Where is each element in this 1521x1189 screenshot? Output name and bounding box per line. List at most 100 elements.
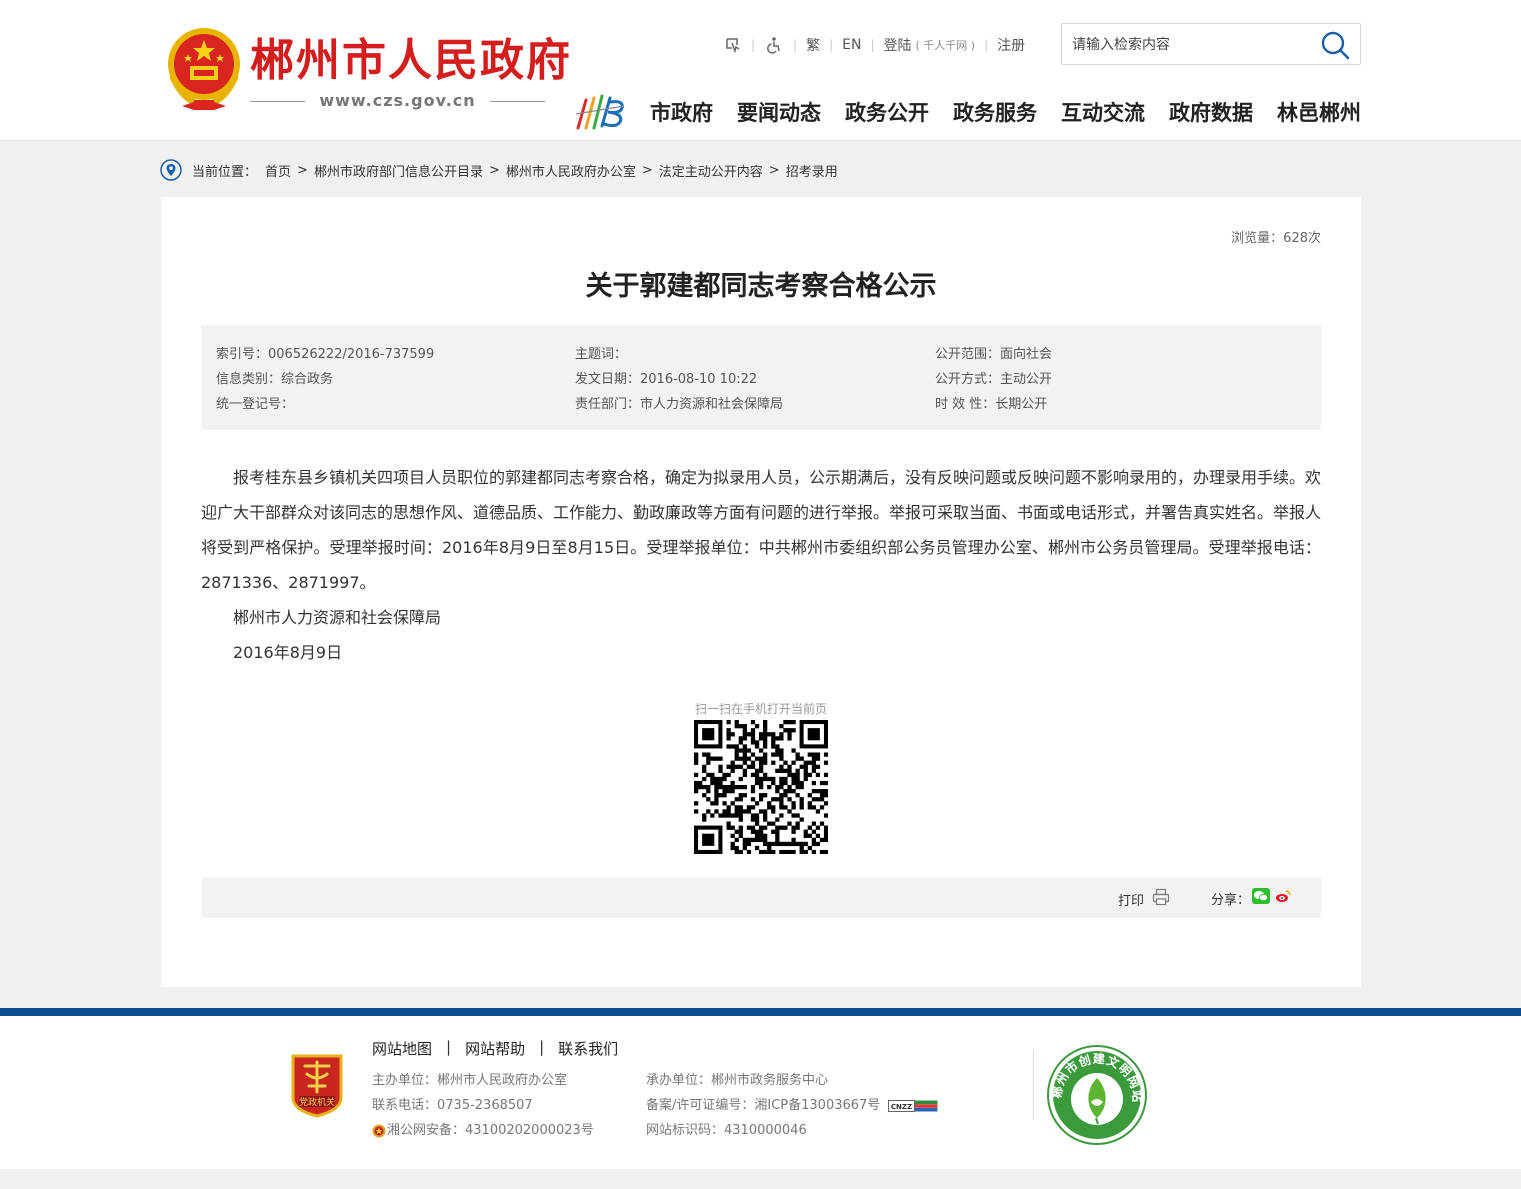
nav-item-gov-services[interactable]: 政务服务 (953, 96, 1037, 130)
footer-icp-row[interactable]: 备案/许可证编号：湘ICP备13003667号 CNZZ (646, 1093, 938, 1118)
site-footer: 党政机关 网站地图 | 网站帮助 | 联系我们 主办单位：郴州市人民政府办公室 … (0, 1016, 1521, 1169)
meta-index-no: 索引号：006526222/2016-737599 (216, 347, 435, 362)
location-pin-icon (160, 159, 182, 181)
breadcrumb-home[interactable]: 首页 (265, 161, 291, 180)
breadcrumb-office[interactable]: 郴州市人民政府办公室 (506, 161, 636, 180)
party-badge-text: 党政机关 (299, 1096, 335, 1108)
breadcrumb-sep: > (297, 162, 308, 178)
article-action-bar: 打印 分享： (201, 878, 1321, 918)
footer-organizer: 承办单位：郴州市政务服务中心 (646, 1073, 829, 1088)
english-link[interactable]: EN (842, 37, 861, 53)
nav-item-news[interactable]: 要闻动态 (737, 96, 821, 130)
meta-col-1: 索引号：006526222/2016-737599 信息类别：综合政务 统一登记… (216, 342, 434, 417)
footer-site-id: 网站标识码：4310000046 (646, 1123, 807, 1138)
site-url: www.czs.gov.cn (319, 91, 476, 110)
meta-col-2: 主题词： 发文日期：2016-08-10 10:22 责任部门：市人力资源和社会… (575, 342, 783, 417)
meta-validity: 时 效 性：长期公开 (935, 397, 1048, 412)
share-area: 分享： (1211, 888, 1293, 908)
breadcrumb-sep: > (641, 162, 653, 178)
qr-code-icon (694, 720, 829, 855)
nav-item-gov-affairs[interactable]: 政务公开 (845, 96, 929, 130)
footer-link-contact[interactable]: 联系我们 (558, 1038, 618, 1059)
share-label: 分享： (1211, 892, 1251, 908)
toplink-sep: | (870, 38, 875, 52)
nav-logo-icon[interactable] (574, 92, 628, 132)
civilized-website-badge-icon[interactable]: 郴州市创建文明网站 (1046, 1044, 1148, 1146)
footer-sponsor: 主办单位：郴州市人民政府办公室 (372, 1073, 568, 1088)
toplink-sep: | (984, 38, 989, 52)
main-nav: 市政府 要闻动态 政务公开 政务服务 互动交流 政府数据 林邑郴州 (638, 96, 1373, 130)
register-link[interactable]: 注册 (997, 35, 1025, 55)
footer-police-row[interactable]: 湘公网安备：43100202000023号 (372, 1118, 594, 1143)
print-label: 打印 (1118, 893, 1145, 909)
breadcrumb-label: 当前位置： (192, 164, 258, 180)
footer-link-sep: | (539, 1038, 545, 1056)
login-note: ( 千人千网 ) (915, 39, 976, 52)
footer-links: 网站地图 | 网站帮助 | 联系我们 (372, 1038, 618, 1059)
toplink-sep: | (829, 38, 834, 52)
nav-item-interaction[interactable]: 互动交流 (1061, 96, 1145, 130)
footer-bottom-strip (0, 1169, 1521, 1189)
breadcrumb-disclosure[interactable]: 法定主动公开内容 (659, 161, 763, 180)
article-paragraph: 报考桂东县乡镇机关四项目人员职位的郭建都同志考察合格，确定为拟录用人员，公示期满… (201, 468, 1322, 592)
toplink-sep: | (793, 38, 798, 52)
footer-phone: 联系电话：0735-2368507 (372, 1098, 533, 1113)
footer-info-right: 承办单位：郴州市政务服务中心 备案/许可证编号：湘ICP备13003667号 C… (646, 1068, 938, 1143)
view-count: 浏览量：628次 (1231, 231, 1321, 246)
nav-item-gov-data[interactable]: 政府数据 (1169, 96, 1253, 130)
article-title: 关于郭建都同志考察合格公示 (585, 271, 937, 302)
nav-item-linyi-chenzhou[interactable]: 林邑郴州 (1277, 96, 1361, 130)
cnzz-badge-icon[interactable]: CNZZ (888, 1099, 938, 1112)
article-body: 报考桂东县乡镇机关四项目人员职位的郭建都同志考察合格，确定为拟录用人员，公示期满… (201, 460, 1321, 670)
wechat-share-icon[interactable] (1252, 888, 1271, 908)
footer-info-left: 主办单位：郴州市人民政府办公室 联系电话：0735-2368507 湘公网安备：… (372, 1068, 594, 1143)
footer-link-sitemap[interactable]: 网站地图 (372, 1038, 432, 1059)
url-divider-right (490, 101, 545, 102)
footer-top-border (0, 1008, 1521, 1016)
weibo-share-icon[interactable] (1274, 888, 1293, 908)
site-url-row: www.czs.gov.cn (250, 90, 545, 112)
meta-keywords: 主题词： (575, 347, 628, 362)
meta-dept: 责任部门：市人力资源和社会保障局 (575, 397, 784, 412)
elderly-mode-icon[interactable] (722, 35, 742, 55)
login-link[interactable]: 登陆 (884, 35, 912, 55)
breadcrumb: 当前位置： 首页 > 郴州市政府部门信息公开目录 > 郴州市人民政府办公室 > … (160, 158, 838, 182)
article-meta-box: 索引号：006526222/2016-737599 信息类别：综合政务 统一登记… (201, 325, 1321, 430)
search-input[interactable] (1072, 34, 1312, 56)
footer-police: 湘公网安备：43100202000023号 (387, 1123, 594, 1138)
nav-item-city-gov[interactable]: 市政府 (650, 96, 713, 130)
print-button[interactable]: 打印 (1118, 888, 1170, 910)
party-gov-badge-icon[interactable]: 党政机关 (289, 1052, 345, 1118)
search-icon[interactable] (1320, 30, 1350, 60)
site-header: 郴州市人民政府 www.czs.gov.cn | | 繁 | EN | 登陆 (… (0, 0, 1521, 141)
traditional-chinese-link[interactable]: 繁 (806, 35, 820, 55)
footer-divider (1033, 1050, 1034, 1120)
meta-col-3: 公开范围：面向社会 公开方式：主动公开 时 效 性：长期公开 (935, 342, 1052, 417)
site-title[interactable]: 郴州市人民政府 (250, 34, 572, 88)
police-badge-icon (372, 1124, 386, 1138)
meta-date: 发文日期：2016-08-10 10:22 (575, 372, 758, 387)
meta-category: 信息类别：综合政务 (216, 372, 334, 387)
breadcrumb-recruitment[interactable]: 招考录用 (786, 161, 838, 180)
footer-icp: 备案/许可证编号：湘ICP备13003667号 (646, 1098, 881, 1113)
search-box (1061, 23, 1361, 65)
article-sign-date: 2016年8月9日 (233, 643, 343, 662)
meta-reg-no: 统一登记号： (216, 397, 295, 412)
national-emblem-icon[interactable] (164, 26, 244, 112)
breadcrumb-directory[interactable]: 郴州市政府部门信息公开目录 (314, 161, 483, 180)
qr-label: 扫一扫在手机打开当前页 (694, 702, 827, 716)
url-divider-left (250, 101, 305, 102)
top-links: | | 繁 | EN | 登陆 ( 千人千网 ) | 注册 (722, 34, 1025, 56)
article-signature: 郴州市人力资源和社会保障局 (233, 608, 442, 627)
meta-scope: 公开范围：面向社会 (935, 347, 1053, 362)
footer-link-help[interactable]: 网站帮助 (465, 1038, 525, 1059)
accessibility-icon[interactable] (764, 35, 784, 55)
svg-text:CNZZ: CNZZ (891, 1103, 912, 1111)
article-panel: 浏览量：628次 关于郭建都同志考察合格公示 索引号：006526222/201… (161, 197, 1361, 987)
breadcrumb-sep: > (488, 162, 500, 178)
footer-link-sep: | (446, 1038, 452, 1056)
breadcrumb-sep: > (768, 162, 780, 178)
toplink-sep: | (751, 38, 756, 52)
printer-icon (1152, 888, 1170, 910)
meta-method: 公开方式：主动公开 (935, 372, 1053, 387)
